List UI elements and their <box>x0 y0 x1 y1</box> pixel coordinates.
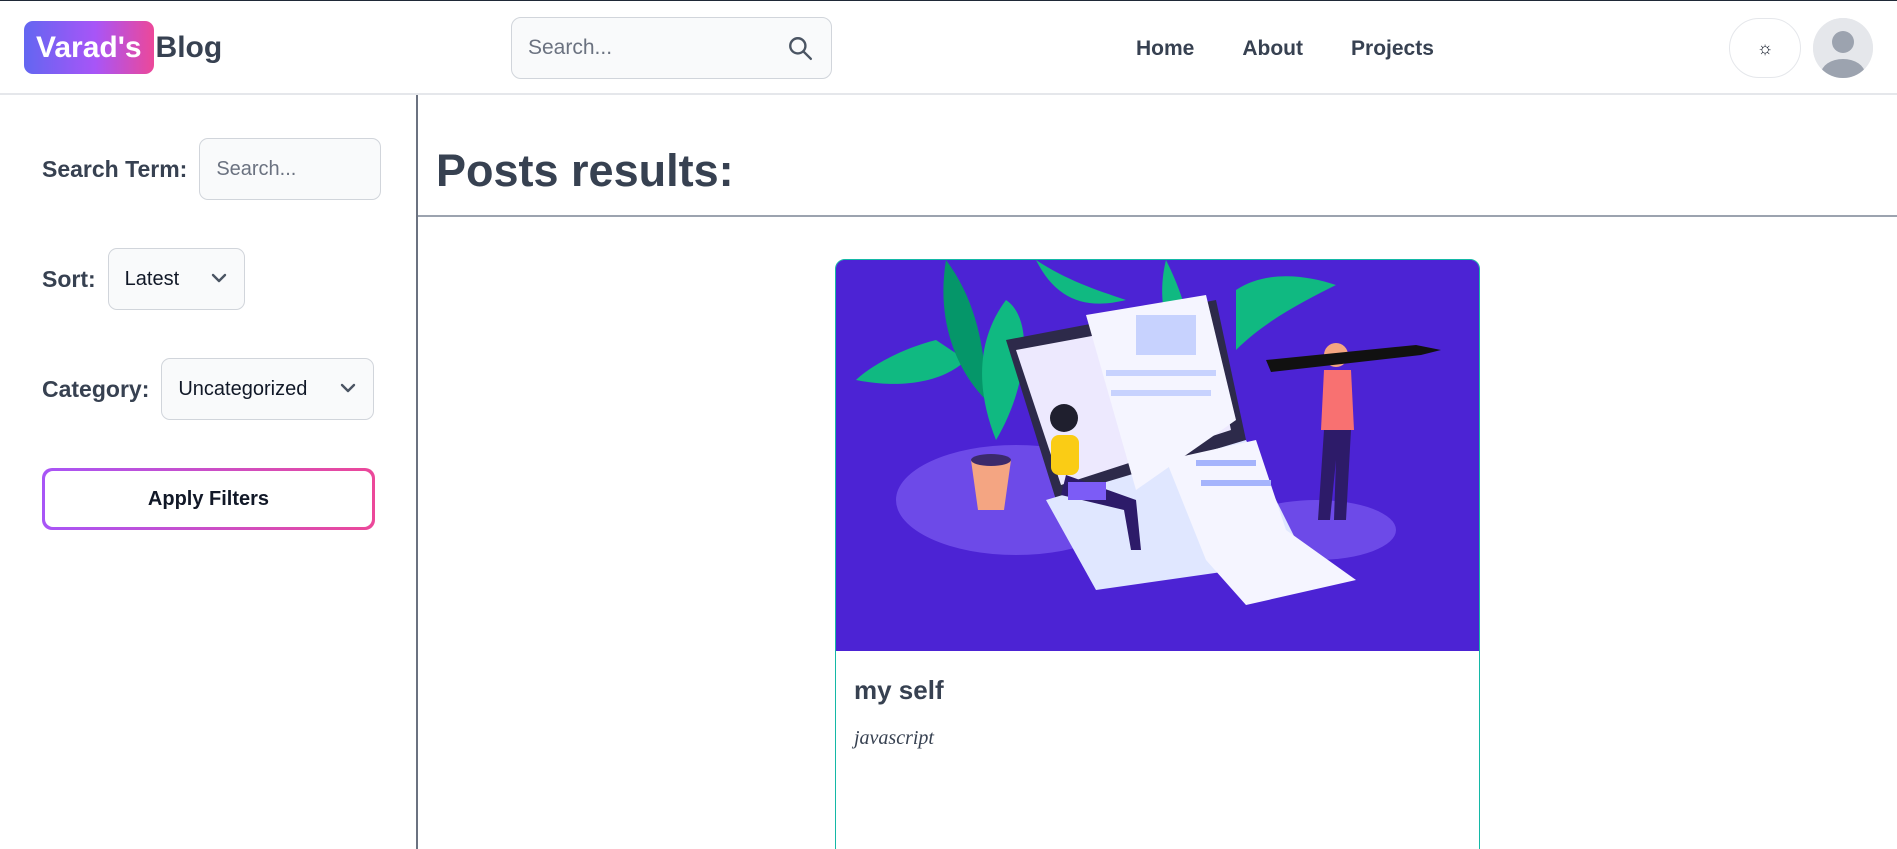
nav-projects-link[interactable]: Projects <box>1351 37 1434 61</box>
search-term-row: Search Term: <box>42 138 382 200</box>
search-icon[interactable] <box>787 35 813 61</box>
nav-links: Home About Projects <box>1136 37 1434 61</box>
category-select[interactable]: Uncategorized <box>161 358 375 420</box>
filter-sidebar: Search Term: Sort: Latest Category: Unca… <box>0 95 418 849</box>
post-cover-image <box>836 260 1479 651</box>
apply-filters-button[interactable]: Apply Filters <box>42 468 375 530</box>
apply-filters-label: Apply Filters <box>45 471 372 527</box>
title-divider <box>418 215 1897 217</box>
sort-select[interactable]: Latest <box>107 248 245 310</box>
sun-icon: ☼ <box>1756 37 1774 58</box>
header-search-input[interactable] <box>512 18 772 78</box>
nav-about-link[interactable]: About <box>1242 37 1303 61</box>
sort-row: Sort: Latest <box>42 248 245 310</box>
sort-label: Sort: <box>42 265 96 292</box>
category-selected-value: Uncategorized <box>178 377 308 400</box>
header-search <box>511 17 832 79</box>
page-title: Posts results: <box>436 145 734 196</box>
category-label: Category: <box>42 375 150 402</box>
user-avatar-icon <box>1813 18 1873 78</box>
search-term-input[interactable] <box>199 138 382 200</box>
post-category: javascript <box>854 727 934 749</box>
top-navbar: Varad's Blog Home About Projects ☼ <box>0 0 1897 95</box>
theme-toggle-button[interactable]: ☼ <box>1729 18 1801 78</box>
brand-logo[interactable]: Varad's Blog <box>24 21 222 74</box>
avatar[interactable] <box>1813 18 1873 78</box>
search-term-label: Search Term: <box>42 155 188 182</box>
brand-text: Blog <box>155 30 223 64</box>
sort-selected-value: Latest <box>124 267 180 290</box>
chevron-down-icon <box>341 383 356 393</box>
post-title[interactable]: my self <box>854 675 944 706</box>
chevron-down-icon <box>211 273 226 283</box>
brand-badge: Varad's <box>24 21 154 74</box>
nav-home-link[interactable]: Home <box>1136 37 1194 61</box>
category-row: Category: Uncategorized <box>42 358 375 420</box>
post-illustration <box>836 260 1479 651</box>
post-card[interactable]: my self javascript <box>835 259 1480 849</box>
